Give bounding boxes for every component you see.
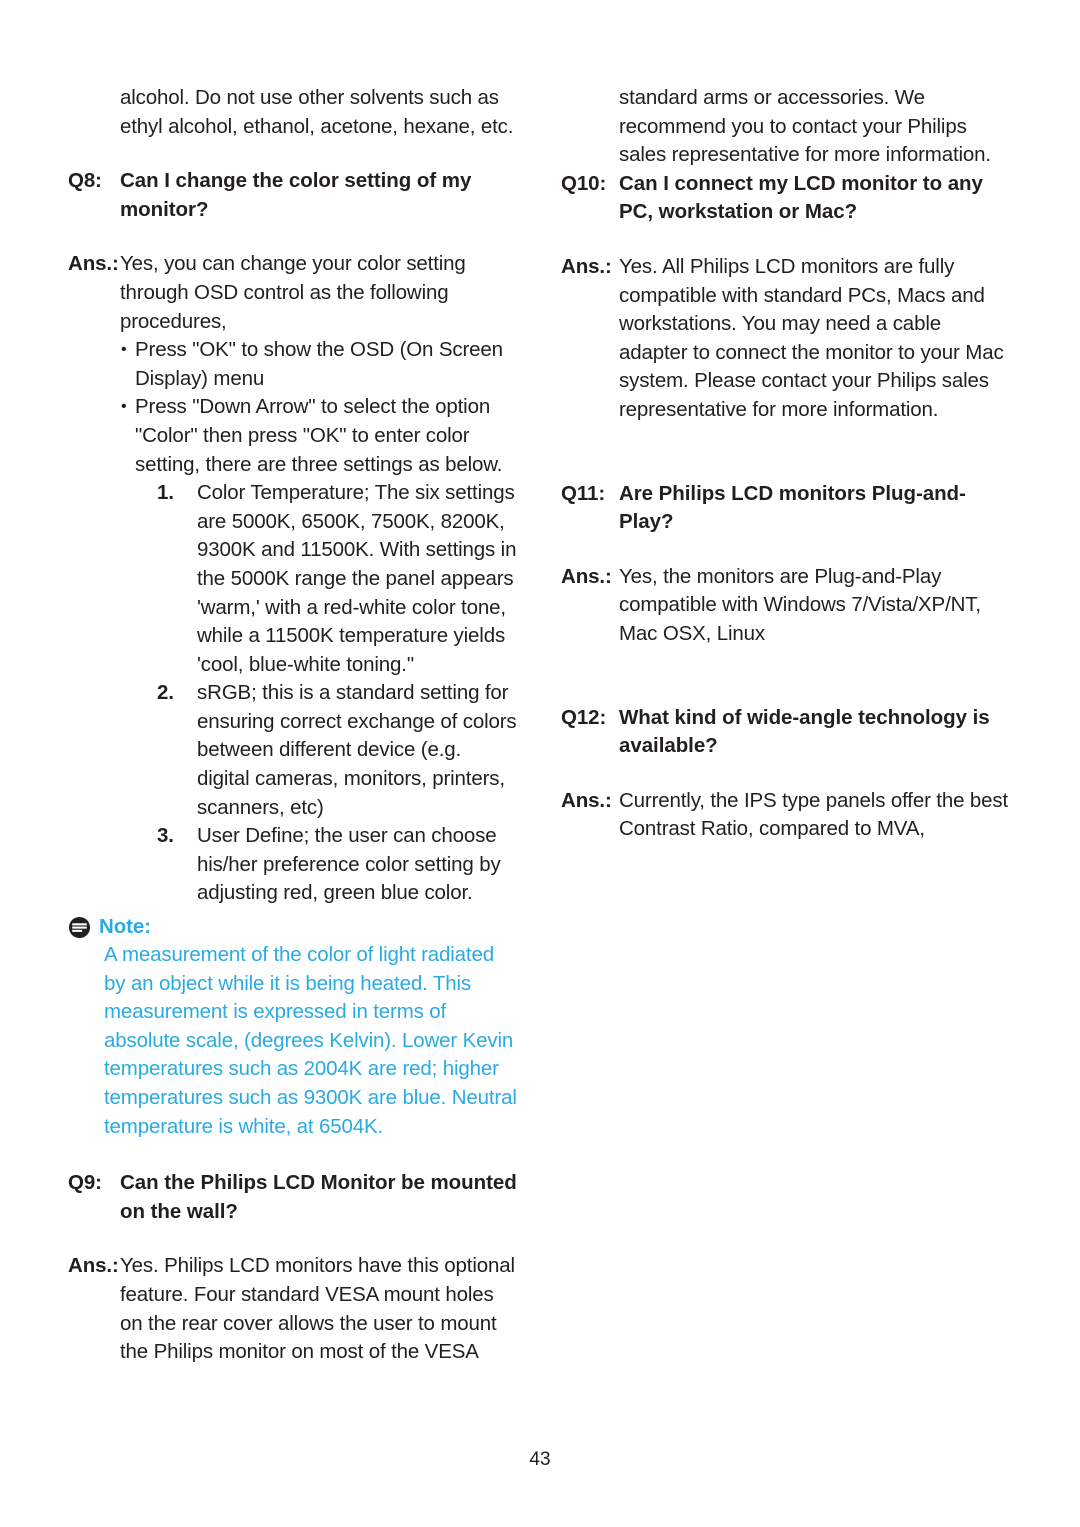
q8-lists: Press "OK" to show the OSD (On Screen Di… — [68, 336, 519, 908]
note-body-text: A measurement of the color of light radi… — [104, 943, 517, 1138]
q12-question-text: What kind of wide-angle technology is av… — [619, 705, 990, 758]
q10-ans-label: Ans.: — [561, 254, 612, 278]
list-item-text: User Define; the user can choose his/her… — [197, 824, 501, 905]
right-column: standard arms or accessories. We recomme… — [561, 84, 1012, 1367]
q11-label: Q11: — [561, 481, 606, 505]
q8-label: Q8: — [68, 169, 102, 193]
q12-answer: Ans.: Currently, the IPS type panels off… — [561, 787, 1012, 844]
q10-answer-text: Yes. All Philips LCD monitors are fully … — [619, 254, 1004, 421]
note-callout: Note: A measurement of the color of ligh… — [68, 914, 519, 1141]
q11-answer-text: Yes, the monitors are Plug-and-Play comp… — [619, 564, 981, 645]
q12-question: Q12: What kind of wide-angle technology … — [561, 704, 1012, 761]
q12-label: Q12: — [561, 705, 607, 729]
list-item: 2. sRGB; this is a standard setting for … — [157, 679, 519, 822]
list-item: Press "OK" to show the OSD (On Screen Di… — [120, 336, 519, 393]
list-item: 1. Color Temperature; The six settings a… — [157, 479, 519, 679]
note-header: Note: — [68, 914, 519, 940]
list-item: Press "Down Arrow" to select the option … — [120, 393, 519, 479]
q9-question: Q9: Can the Philips LCD Monitor be mount… — [68, 1169, 519, 1226]
q9-label: Q9: — [68, 1171, 102, 1195]
q11-answer: Ans.: Yes, the monitors are Plug-and-Pla… — [561, 563, 1012, 649]
q9-answer: Ans.: Yes. Philips LCD monitors have thi… — [68, 1252, 519, 1366]
q11-question-text: Are Philips LCD monitors Plug-and- Play? — [619, 481, 966, 534]
q10-answer: Ans.: Yes. All Philips LCD monitors are … — [561, 253, 1012, 425]
list-item-number: 2. — [157, 681, 174, 705]
q8-question-text: Can I change the color setting of my mon… — [120, 169, 472, 221]
q8-answer-text: Yes, you can change your color setting t… — [120, 252, 466, 333]
two-column-body: alcohol. Do not use other solvents such … — [68, 84, 1012, 1367]
q10-question: Q10: Can I connect my LCD monitor to any… — [561, 170, 1012, 227]
list-item-number: 1. — [157, 481, 174, 505]
intro-continuation-line-1: alcohol. Do not use other solvents such … — [120, 86, 499, 109]
page-number: 43 — [529, 1449, 551, 1470]
list-item: 3. User Define; the user can choose his/… — [157, 822, 519, 908]
list-item-text: sRGB; this is a standard setting for ens… — [197, 681, 517, 819]
q9-answer-text: Yes. Philips LCD monitors have this opti… — [120, 1254, 515, 1364]
q8-numbered-list: 1. Color Temperature; The six settings a… — [120, 479, 519, 908]
q8-bullet-list: Press "OK" to show the OSD (On Screen Di… — [120, 336, 519, 479]
document-page: alcohol. Do not use other solvents such … — [0, 0, 1080, 1527]
q9-ans-label: Ans.: — [68, 1254, 119, 1278]
list-item-number: 3. — [157, 824, 174, 848]
q8-answer: Ans.: Yes, you can change your color set… — [68, 250, 519, 336]
q11-question: Q11: Are Philips LCD monitors Plug-and- … — [561, 480, 1012, 537]
note-circle-icon — [68, 916, 91, 938]
q8-ans-label: Ans.: — [68, 252, 119, 276]
q10-question-text: Can I connect my LCD monitor to any PC, … — [619, 171, 983, 224]
list-item-text: Color Temperature; The six settings are … — [197, 481, 517, 676]
q12-answer-text: Currently, the IPS type panels offer the… — [619, 788, 1009, 841]
right-intro-continuation: standard arms or accessories. We recomme… — [619, 86, 991, 167]
left-column: alcohol. Do not use other solvents such … — [68, 84, 519, 1367]
note-body: A measurement of the color of light radi… — [68, 941, 519, 1141]
q9-question-text: Can the Philips LCD Monitor be mounted o… — [120, 1171, 517, 1223]
q8-question: Q8: Can I change the color setting of my… — [68, 167, 519, 224]
q12-ans-label: Ans.: — [561, 788, 612, 812]
note-title: Note: — [99, 915, 151, 939]
q10-label: Q10: — [561, 171, 607, 195]
q11-ans-label: Ans.: — [561, 564, 612, 588]
intro-continuation-line-2: ethyl alcohol, ethanol, acetone, hexane,… — [120, 114, 514, 138]
